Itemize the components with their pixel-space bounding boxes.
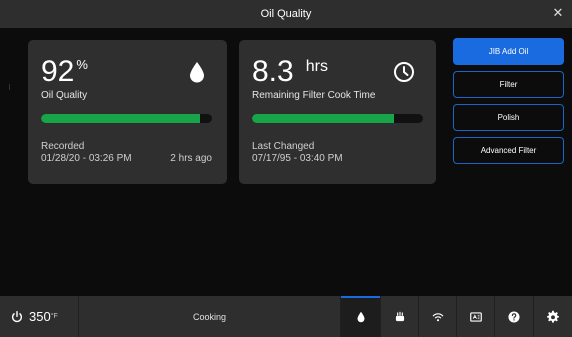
- oil-quality-progress: [41, 114, 212, 123]
- recorded-time: 01/28/20 - 03:26 PM: [41, 153, 132, 164]
- help-icon: [508, 310, 520, 323]
- screen-tab[interactable]: [456, 296, 494, 337]
- drop-icon: [357, 311, 364, 322]
- oil-quality-label: Oil Quality: [41, 90, 88, 101]
- oil-quality-value-group: 92%: [41, 56, 88, 88]
- clock-icon: [394, 62, 414, 82]
- advanced-filter-button[interactable]: Advanced Filter: [453, 137, 564, 164]
- oil-quality-card: 92% Oil Quality Recorded 01/28/20 - 03:2…: [28, 40, 227, 184]
- wifi-tab[interactable]: [418, 296, 456, 337]
- oil-quality-unit: %: [76, 57, 88, 72]
- temperature-unit: °F: [50, 313, 58, 320]
- oil-quality-value: 92: [41, 55, 75, 88]
- filter-time-unit: hrs: [305, 58, 328, 75]
- filter-time-card: 8.3 hrs Remaining Filter Cook Time Last C…: [239, 40, 436, 184]
- temperature-control[interactable]: 350 °F: [0, 296, 78, 337]
- filter-button[interactable]: Filter: [453, 71, 564, 98]
- last-changed-label: Last Changed: [252, 141, 315, 152]
- temperature-value: 350: [29, 309, 51, 324]
- close-icon[interactable]: ✕: [550, 5, 566, 21]
- polish-button[interactable]: Polish: [453, 104, 564, 131]
- power-icon: [11, 310, 23, 322]
- filter-time-progress-fill: [252, 114, 394, 123]
- gear-icon: [547, 310, 559, 323]
- oil-quality-progress-fill: [41, 114, 201, 123]
- filter-time-value-group: 8.3 hrs: [252, 56, 328, 88]
- window-title: Oil Quality: [260, 8, 312, 20]
- screen-icon: [469, 311, 482, 322]
- oil-quality-tab[interactable]: [340, 296, 380, 337]
- side-marker: [9, 84, 10, 90]
- jib-add-oil-button[interactable]: JIB Add Oil: [453, 38, 564, 65]
- recorded-ago: 2 hrs ago: [170, 153, 212, 164]
- fryer-icon: [395, 311, 404, 321]
- settings-tab[interactable]: [533, 296, 572, 337]
- fryer-tab[interactable]: [380, 296, 418, 337]
- drop-icon: [190, 62, 204, 83]
- footer-bar: 350 °F Cooking: [0, 296, 572, 337]
- last-changed-time: 07/17/95 - 03:40 PM: [252, 153, 343, 164]
- cooking-status: Cooking: [78, 296, 340, 337]
- cooking-status-text: Cooking: [192, 311, 227, 322]
- help-tab[interactable]: [494, 296, 533, 337]
- filter-time-value: 8.3: [252, 55, 294, 88]
- title-bar: Oil Quality ✕: [0, 0, 572, 28]
- recorded-label: Recorded: [41, 141, 85, 152]
- filter-time-progress: [252, 114, 423, 123]
- filter-time-label: Remaining Filter Cook Time: [252, 90, 376, 101]
- wifi-icon: [432, 312, 443, 321]
